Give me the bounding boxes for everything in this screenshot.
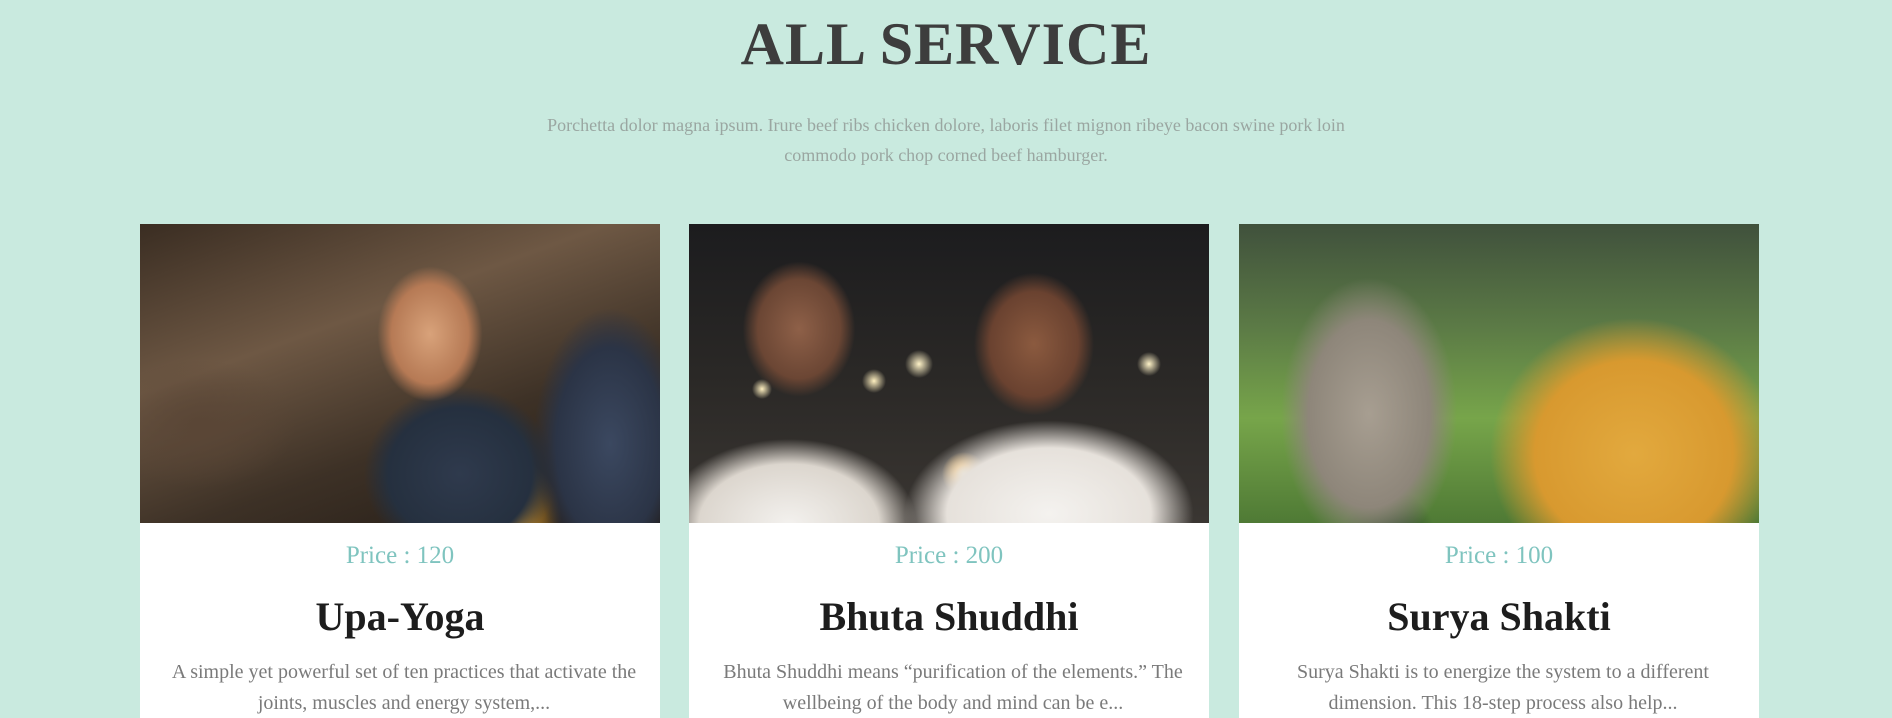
- upa-yoga-photo[interactable]: [140, 224, 660, 523]
- bhuta-shuddhi-photo[interactable]: [689, 224, 1209, 523]
- section-title: ALL SERVICE: [740, 11, 1152, 77]
- service-price: Price : 120: [345, 542, 455, 569]
- card-body: Price : 120 Upa-Yoga A simple yet powerf…: [140, 523, 660, 718]
- service-title[interactable]: Upa-Yoga: [164, 595, 636, 639]
- service-price: Price : 100: [1444, 542, 1554, 569]
- service-card-surya-shakti[interactable]: Price : 100 Surya Shakti Surya Shakti is…: [1239, 224, 1759, 718]
- service-price: Price : 200: [894, 542, 1004, 569]
- service-title[interactable]: Surya Shakti: [1263, 595, 1735, 639]
- services-section: ALL SERVICE Porchetta dolor magna ipsum.…: [0, 0, 1892, 718]
- service-description: A simple yet powerful set of ten practic…: [171, 661, 637, 714]
- service-card-upa-yoga[interactable]: Price : 120 Upa-Yoga A simple yet powerf…: [140, 224, 660, 718]
- card-body: Price : 200 Bhuta Shuddhi Bhuta Shuddhi …: [689, 523, 1209, 718]
- card-body: Price : 100 Surya Shakti Surya Shakti is…: [1239, 523, 1759, 718]
- surya-shakti-photo[interactable]: [1239, 224, 1759, 523]
- section-subtitle: Porchetta dolor magna ipsum. Irure beef …: [547, 115, 1345, 165]
- service-title[interactable]: Bhuta Shuddhi: [713, 595, 1185, 639]
- service-description: Bhuta Shuddhi means “purification of the…: [723, 661, 1183, 714]
- service-card-bhuta-shuddhi[interactable]: Price : 200 Bhuta Shuddhi Bhuta Shuddhi …: [689, 224, 1209, 718]
- service-description: Surya Shakti is to energize the system t…: [1297, 661, 1709, 714]
